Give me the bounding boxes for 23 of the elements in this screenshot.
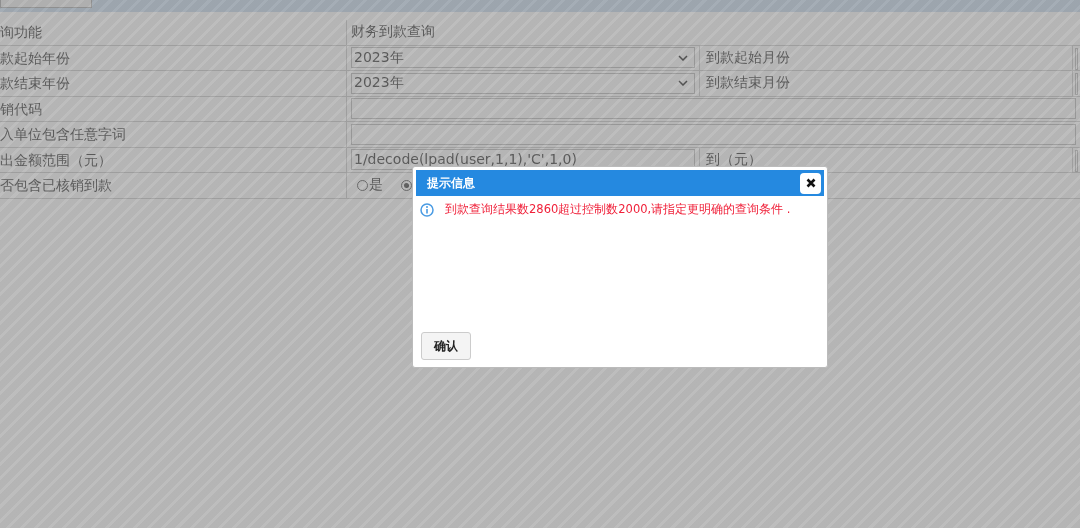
input-field[interactable] bbox=[351, 123, 1076, 145]
close-icon bbox=[805, 178, 816, 188]
field-label: 否包含已核销到款 bbox=[0, 173, 347, 198]
error-message: 到款查询结果数2860超过控制数2000,请指定更明确的查询条件 . bbox=[445, 202, 791, 217]
field-label: 询功能 bbox=[0, 20, 347, 45]
field-label: 销代码 bbox=[0, 96, 347, 121]
field-value: 财务到款查询 bbox=[350, 22, 436, 42]
field-label: 入单位包含任意字词 bbox=[0, 122, 347, 147]
dialog-title: 提示信息 bbox=[427, 174, 475, 192]
radio-option[interactable]: 是 bbox=[357, 176, 383, 195]
chevron-icon bbox=[678, 54, 688, 61]
info-icon bbox=[420, 202, 434, 217]
field-label: 到款结束月份 bbox=[699, 71, 1073, 96]
field-label: 到款起始月份 bbox=[699, 45, 1073, 70]
field-label: 出金额范围（元） bbox=[0, 147, 347, 172]
year-select[interactable]: 2023年 bbox=[351, 72, 695, 94]
chevron-icon bbox=[678, 80, 688, 87]
field-label: 款起始年份 bbox=[0, 45, 347, 70]
field-label: 款结束年份 bbox=[0, 71, 347, 96]
confirm-button[interactable]: 确认 bbox=[421, 332, 471, 360]
close-button[interactable] bbox=[800, 172, 821, 194]
year-select[interactable]: 2023年 bbox=[351, 47, 695, 69]
input-field[interactable] bbox=[351, 98, 1076, 120]
